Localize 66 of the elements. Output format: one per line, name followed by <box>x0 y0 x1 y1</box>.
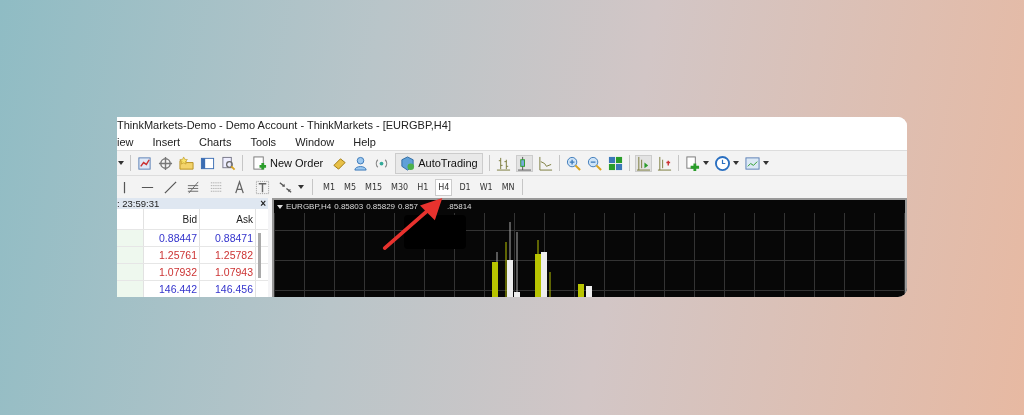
caret-icon[interactable] <box>732 161 739 165</box>
ask-price: 1.25782 <box>200 247 256 263</box>
menu-item[interactable]: Charts <box>199 135 232 148</box>
window-title: ThinkMarkets-Demo - Demo Account - ThinkMarkets - [EURGBP,H4] <box>117 117 907 133</box>
crosshair-icon[interactable] <box>158 155 173 171</box>
column-header[interactable]: Ask <box>200 209 256 229</box>
timeframe-button[interactable]: D1 <box>457 179 473 195</box>
star-folder-icon[interactable] <box>179 155 194 171</box>
ask-price: 0.88471 <box>200 230 256 246</box>
menu-item[interactable]: Insert <box>152 135 181 148</box>
arrows-icon[interactable] <box>278 179 293 195</box>
window-panel-icon[interactable] <box>200 155 215 171</box>
price-value: 0.85829 <box>366 202 396 211</box>
bid-price: 0.88447 <box>144 230 200 246</box>
timeframe-button[interactable]: W1 <box>477 179 495 195</box>
chart-symbol: EURGBP,H4 <box>286 202 332 211</box>
scrollbar-thumb[interactable] <box>258 233 261 278</box>
menu-item[interactable]: Window <box>295 135 335 148</box>
server-time: : 23:59:31 <box>117 198 160 209</box>
caret-icon[interactable] <box>762 161 769 165</box>
text-label-icon[interactable] <box>255 179 270 195</box>
tiles-icon[interactable] <box>607 155 623 171</box>
caret-icon[interactable] <box>702 161 709 165</box>
timeframe-button[interactable]: M15 <box>363 179 385 195</box>
bid-price: 1.25761 <box>144 247 200 263</box>
menu-item[interactable]: iew <box>117 135 134 148</box>
price-value: 0.857 <box>398 202 419 211</box>
trend-line-icon[interactable] <box>163 179 178 195</box>
fibonacci-icon[interactable] <box>186 179 201 195</box>
scroll-chart-icon[interactable] <box>635 155 651 171</box>
line-chart-icon[interactable] <box>537 155 553 171</box>
auto-trading-button[interactable]: AutoTrading <box>395 152 483 174</box>
ask-price: 146.456 <box>200 281 256 297</box>
new-order-button[interactable]: New Order <box>249 153 327 173</box>
shift-chart-icon[interactable] <box>656 155 672 171</box>
timeframe-button[interactable]: M1 <box>321 179 337 195</box>
timeframe-button[interactable]: M5 <box>342 179 358 195</box>
bid-price: 1.07932 <box>144 264 200 280</box>
price-value: 0.85803 <box>334 202 364 211</box>
timeframe-button[interactable]: H1 <box>415 179 431 195</box>
letter-icon[interactable] <box>232 179 247 195</box>
blank-box <box>404 215 466 249</box>
candlestick-icon[interactable] <box>516 155 532 171</box>
timeframe-button[interactable]: MN <box>499 179 517 195</box>
eraser-icon[interactable] <box>332 155 348 171</box>
caret-icon[interactable] <box>298 185 304 189</box>
zoom-in-icon[interactable] <box>565 155 581 171</box>
column-header[interactable]: Bid <box>144 209 200 229</box>
price-value: .85814 <box>447 202 472 211</box>
ask-price: 1.07943 <box>200 264 256 280</box>
timeframe-button[interactable]: H4 <box>435 178 453 196</box>
bid-price: 146.442 <box>144 281 200 297</box>
close-button[interactable]: × <box>260 198 266 209</box>
timeframe-button[interactable]: M30 <box>389 179 411 195</box>
menu-item[interactable]: Help <box>353 135 376 148</box>
magnifier-icon[interactable] <box>221 155 236 171</box>
person-icon[interactable] <box>353 155 369 171</box>
clock-icon[interactable] <box>714 155 730 171</box>
zoom-out-icon[interactable] <box>586 155 602 171</box>
folder-chart-icon[interactable] <box>137 155 152 171</box>
bar-chart-icon[interactable] <box>495 155 511 171</box>
caret-icon[interactable] <box>118 161 124 165</box>
caret-icon[interactable] <box>277 204 283 209</box>
menu-item[interactable]: Tools <box>250 135 277 148</box>
cube-icon <box>400 155 416 171</box>
document-plus-icon <box>252 155 267 171</box>
